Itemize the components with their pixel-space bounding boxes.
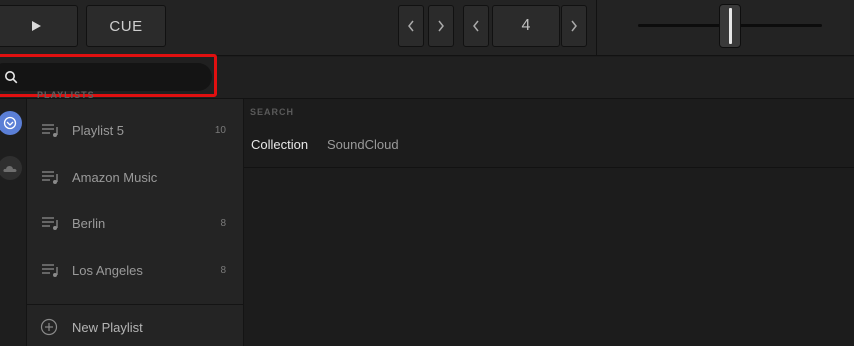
playlist-label: Amazon Music (72, 169, 158, 185)
new-playlist-button[interactable]: New Playlist (27, 309, 243, 345)
playlist-item[interactable]: Berlin 8 (27, 200, 243, 246)
sidebar-divider (27, 304, 243, 305)
chevron-right-icon (438, 20, 444, 32)
search-panel: SEARCH Collection SoundCloud (244, 99, 854, 346)
chevron-right-icon (571, 20, 577, 32)
prev-button[interactable] (398, 5, 424, 47)
playlist-item[interactable]: Amazon Music (27, 154, 243, 200)
new-playlist-label: New Playlist (72, 320, 143, 335)
playlist-label: Berlin (72, 215, 106, 231)
search-input[interactable] (20, 67, 204, 89)
toolbar-divider (596, 0, 597, 56)
beat-increment-button[interactable] (561, 5, 587, 47)
plus-circle-icon (40, 318, 58, 336)
chevron-left-icon (408, 20, 414, 32)
cloud-icon (3, 166, 17, 172)
cue-button[interactable]: CUE (86, 5, 166, 47)
chevron-left-icon (473, 20, 479, 32)
playlist-count: 8 (220, 264, 226, 276)
playlist-label: Los Angeles (72, 262, 143, 278)
search-bar (0, 57, 854, 99)
playlist-icon (42, 171, 58, 184)
tab-collection[interactable]: Collection (251, 137, 308, 152)
sidebar-heading: PLAYLISTS (37, 90, 95, 100)
source-tidal-button[interactable] (0, 111, 22, 135)
crossfader-knob[interactable] (719, 4, 741, 48)
playlist-count: 8 (220, 217, 226, 229)
playlist-icon (42, 264, 58, 277)
source-rail (0, 99, 27, 346)
search-field[interactable] (0, 63, 212, 91)
tabs-divider (244, 167, 854, 168)
play-button[interactable] (0, 5, 78, 47)
playlist-icon (42, 124, 58, 137)
playlist-item[interactable]: Playlist 5 10 (27, 107, 243, 153)
source-soundcloud-button[interactable] (0, 156, 22, 180)
search-panel-heading: SEARCH (250, 107, 295, 117)
playlist-label: Playlist 5 (72, 122, 125, 138)
playlist-icon (42, 217, 58, 230)
search-icon (5, 71, 18, 84)
playlist-count: 10 (214, 124, 226, 136)
beat-value: 4 (492, 5, 560, 47)
playlist-item[interactable]: Los Angeles 8 (27, 247, 243, 293)
streaming-source-icon (3, 116, 17, 130)
deck-toolbar: CUE 4 (0, 0, 854, 56)
next-button[interactable] (428, 5, 454, 47)
play-icon (32, 21, 41, 31)
playlist-sidebar: PLAYLISTS Playlist 5 10 Amazon Music Ber… (27, 90, 244, 346)
beat-decrement-button[interactable] (463, 5, 489, 47)
tab-soundcloud[interactable]: SoundCloud (327, 137, 399, 152)
